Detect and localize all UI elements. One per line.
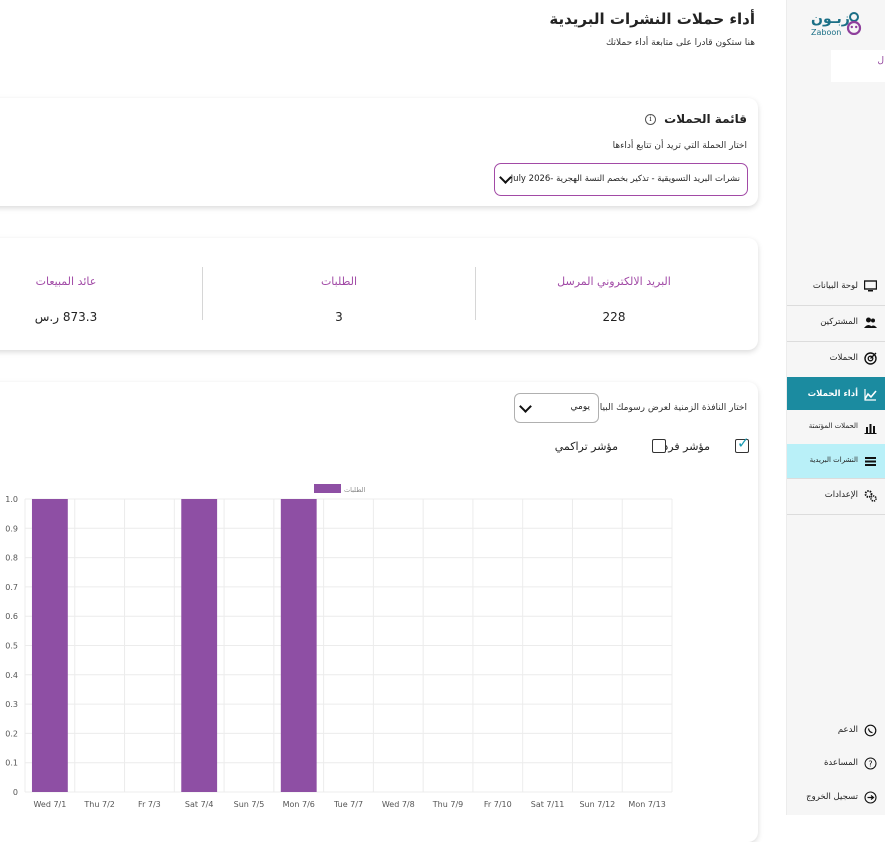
bar-chart-icon	[864, 424, 877, 434]
x-tick-label: Thu 7/9	[432, 800, 463, 809]
chart-line-icon	[864, 389, 877, 401]
sidebar-item-label: الإعدادات	[824, 490, 858, 500]
stat-revenue: عائد المبيعات 873.3 ر.س	[0, 275, 166, 324]
svg-text:?: ?	[868, 760, 872, 769]
brand-logo[interactable]: زبـون Zaboon	[809, 9, 869, 41]
legend-swatch	[314, 484, 341, 493]
page-title: أداء حملات النشرات البريدية	[549, 10, 755, 28]
campaign-select[interactable]: نشرات البريد التسويقية - تذكير بخصم النس…	[494, 163, 748, 196]
y-tick-label: 0.7	[5, 583, 18, 592]
whatsapp-icon	[864, 724, 877, 737]
sidebar-subitem-newsletters[interactable]: النشرات البريدية	[787, 444, 885, 479]
brand-name-ar: زبـون	[811, 11, 850, 27]
monitor-icon	[864, 280, 877, 292]
sidebar-item-logout[interactable]: تسجيل الخروج	[787, 787, 885, 811]
stat-revenue-label: عائد المبيعات	[35, 275, 97, 288]
check-icon: ✓	[737, 434, 750, 452]
orders-bar-chart: 0 0.1 0.2 0.3 0.4 0.5 0.6 0.7 0.8 0.9 1.0 Wed 7/1 Th…	[5, 484, 673, 809]
campaign-select-value: نشرات البريد التسويقية - تذكير بخصم النس…	[510, 174, 740, 184]
campaigns-icon	[864, 352, 877, 365]
period-select[interactable]: يومي	[514, 393, 599, 423]
x-tick-label: Mon 7/6	[283, 800, 315, 809]
sidebar-subitem-automated[interactable]: الحملات المؤتمتة	[787, 410, 885, 445]
cumulative-label: مؤشر تراكمي	[554, 440, 618, 453]
x-tick-label: Sun 7/12	[579, 800, 615, 809]
brand-name-en: Zaboon	[811, 28, 842, 37]
x-tick-label: Tue 7/7	[333, 800, 363, 809]
bar	[280, 499, 317, 792]
bar	[31, 499, 68, 792]
main-content: أداء حملات النشرات البريدية هنا ستكون قا…	[0, 0, 786, 842]
y-tick-label: 0.9	[5, 524, 18, 533]
y-tick-label: 0.5	[5, 642, 18, 651]
sidebar-user-box[interactable]: ل	[831, 50, 885, 82]
period-label: اختار النافذة الزمنية لعرض رسومك البياني…	[589, 403, 747, 413]
stat-orders: الطلبات 3	[222, 275, 456, 324]
gears-icon	[864, 490, 877, 502]
stat-divider	[202, 267, 203, 320]
sidebar-item-label: النشرات البريدية	[809, 456, 858, 464]
help-icon: ?	[864, 757, 877, 770]
chevron-down-icon	[519, 400, 532, 413]
stat-revenue-value: 873.3 ر.س	[34, 310, 98, 324]
sidebar-item-label: تسجيل الخروج	[806, 792, 858, 802]
stat-emails-sent: البريد الالكتروني المرسل 228	[497, 275, 731, 324]
sidebar-item-settings[interactable]: الإعدادات	[787, 478, 885, 515]
page-subtitle: هنا ستكون قادرا على متابعة أداء حملاتك	[605, 38, 755, 48]
stat-orders-label: الطلبات	[320, 275, 358, 288]
sidebar-item-label: لوحة البيانات	[812, 281, 858, 291]
y-tick-label: 0.3	[5, 700, 18, 709]
x-tick-label: Wed 7/8	[382, 800, 415, 809]
x-tick-label: Thu 7/2	[83, 800, 114, 809]
y-tick-label: 0.4	[5, 671, 18, 680]
sidebar-item-dashboard[interactable]: لوحة البيانات	[787, 269, 885, 306]
x-tick-label: Sun 7/5	[234, 800, 265, 809]
period-select-value: يومي	[570, 402, 590, 412]
legend-label: الطلبات	[344, 486, 366, 494]
sidebar-item-help[interactable]: ? المساعدة	[787, 753, 885, 777]
campaign-list-card: قائمة الحملات i اختار الحملة التي تريد أ…	[0, 98, 758, 206]
y-tick-label: 1.0	[5, 495, 18, 504]
y-tick-label: 0.8	[5, 554, 18, 563]
stat-emails-sent-value: 228	[602, 310, 626, 324]
logout-icon	[864, 791, 877, 804]
sidebar-item-label: المشتركين	[820, 317, 858, 327]
sidebar-item-label: الحملات	[829, 353, 858, 363]
campaign-select-hint: اختار الحملة التي تريد أن تتابع أداءها	[612, 141, 747, 151]
cumulative-checkbox[interactable]	[652, 439, 666, 453]
brand-logo-icon	[846, 12, 862, 35]
stat-divider	[475, 267, 476, 320]
stat-orders-value: 3	[335, 310, 343, 324]
campaign-list-title-text: قائمة الحملات	[664, 112, 747, 126]
campaign-list-title: قائمة الحملات i	[644, 112, 747, 126]
sidebar-item-support[interactable]: الدعم	[787, 720, 885, 744]
info-icon[interactable]: i	[644, 114, 656, 125]
bar	[181, 499, 218, 792]
y-tick-label: 0.1	[5, 759, 18, 768]
individual-checkbox[interactable]: ✓	[735, 434, 750, 453]
x-tick-label: Mon 7/13	[628, 800, 665, 809]
y-tick-label: 0.6	[5, 612, 18, 621]
users-icon	[864, 317, 877, 328]
sidebar: زبـون Zaboon ل لوحة البيانات المشتركين ا…	[786, 0, 885, 815]
stats-card: البريد الالكتروني المرسل 228 الطلبات 3 ع…	[0, 238, 758, 350]
x-tick-label: Wed 7/1	[33, 800, 66, 809]
sidebar-item-label: المساعدة	[823, 758, 858, 768]
sidebar-item-campaigns[interactable]: الحملات	[787, 341, 885, 378]
sidebar-item-subscribers[interactable]: المشتركين	[787, 305, 885, 342]
sidebar-item-campaign-performance[interactable]: أداء الحملات	[787, 377, 885, 414]
x-tick-label: Sat 7/4	[185, 800, 214, 809]
newsletter-icon	[865, 457, 876, 466]
stat-emails-sent-label: البريد الالكتروني المرسل	[557, 275, 671, 288]
sidebar-item-label: الحملات المؤتمتة	[808, 422, 858, 430]
x-tick-label: Sat 7/11	[531, 800, 565, 809]
sidebar-item-label: الدعم	[837, 725, 858, 735]
sidebar-item-label: أداء الحملات	[807, 389, 858, 399]
sidebar-user-char: ل	[877, 56, 884, 66]
x-tick-label: Fr 7/3	[138, 800, 161, 809]
y-tick-label: 0	[13, 788, 18, 797]
y-tick-label: 0.2	[5, 729, 18, 738]
x-tick-label: Fr 7/10	[484, 800, 512, 809]
